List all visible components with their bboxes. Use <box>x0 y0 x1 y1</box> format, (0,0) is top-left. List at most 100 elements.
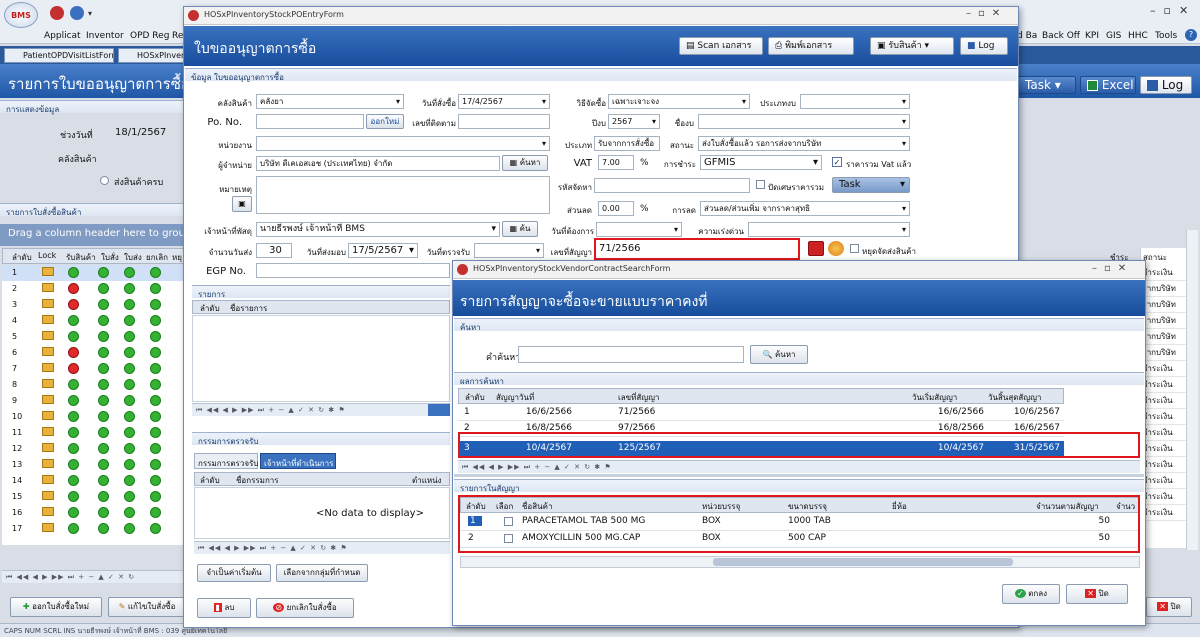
order-row[interactable]: 12 <box>2 441 185 457</box>
vat-included-checkbox[interactable]: ✓ <box>832 157 842 167</box>
note-attach-button[interactable]: ▣ <box>232 196 252 212</box>
col-send[interactable]: ใบส่ง <box>124 251 142 264</box>
tax-input[interactable] <box>594 178 750 193</box>
inspect-col-name[interactable]: ชื่อกรรมการ <box>236 474 279 487</box>
result-col-contract[interactable]: เลขที่สัญญา <box>618 391 659 404</box>
menu-tools[interactable]: Tools <box>1155 31 1177 41</box>
menu-opd-reg[interactable]: OPD Reg <box>130 31 169 41</box>
result-col-seq[interactable]: ลำดับ <box>465 391 485 404</box>
contract-result-row[interactable]: 1 16/6/2566 71/2566 16/6/2566 10/6/2567 <box>458 405 1064 421</box>
menu-back-off[interactable]: Back Off <box>1042 31 1080 41</box>
inspect-navigator[interactable]: ⏮ ◀◀ ◀ ▶ ▶▶ ⏭ + − ▲ ✓ ✕ ↻ ✱ ⚑ <box>194 541 450 554</box>
tab-inspect-committee[interactable]: กรรมการตรวจรับ <box>194 453 258 469</box>
tab-officer[interactable]: เจ้าหน้าที่ดำเนินการ <box>260 453 336 469</box>
complete-radio[interactable] <box>100 176 109 185</box>
vat-input[interactable]: 7.00 <box>598 155 634 170</box>
home-icon[interactable] <box>70 6 84 20</box>
cancel-po-button[interactable]: ⊘ ยกเลิกใบสั่งซื้อ <box>256 598 354 618</box>
main-vertical-scrollbar[interactable] <box>1186 230 1198 550</box>
egp-input[interactable] <box>256 263 450 278</box>
order-row[interactable]: 1 <box>2 265 185 281</box>
po-status-select[interactable]: ส่งใบสั่งซื้อแล้ว รอการส่งจากบริษัท ▾ <box>698 136 910 151</box>
budget-type-select[interactable]: ▾ <box>800 94 910 109</box>
contract-search-button[interactable]: 🔍 ค้นหา <box>750 345 808 364</box>
order-row[interactable]: 13 <box>2 457 185 473</box>
result-col-start[interactable]: วันเริ่มสัญญา <box>912 391 957 404</box>
unit-select[interactable]: ▾ <box>256 136 550 151</box>
po-window-controls[interactable]: –▫✕ <box>966 8 1007 19</box>
disc-type-select[interactable]: ส่วนลด/ส่วนเพิ่ม จากราคาสุทธิ ▾ <box>700 201 910 216</box>
order-row[interactable]: 14 <box>2 473 185 489</box>
contract-lookup-button[interactable] <box>808 241 824 256</box>
budget-input[interactable]: ▾ <box>698 114 910 129</box>
stop-delivery-checkbox[interactable] <box>850 244 859 253</box>
ok-button[interactable]: ✓ ตกลง <box>1002 584 1060 604</box>
task-button[interactable]: Task ▾ <box>1018 76 1076 94</box>
vendor-search-button[interactable]: ▦ ค้นหา <box>502 155 548 171</box>
items-hscrollbar[interactable] <box>460 556 1140 568</box>
check-date-input[interactable]: ▾ <box>474 243 544 258</box>
col-seq[interactable]: ลำดับ <box>12 251 32 264</box>
urgency-select[interactable]: ▾ <box>748 222 910 237</box>
tab-hosxp-inventory[interactable]: HOSxPInven <box>118 48 190 63</box>
po-vertical-scrollbar[interactable] <box>428 404 450 416</box>
items-col-seq[interactable]: ลำดับ <box>200 302 220 315</box>
tab-patient-opd[interactable]: PatientOPDVisitListForm <box>4 48 114 63</box>
result-col-end[interactable]: วันสิ้นสุดสัญญา <box>988 391 1041 404</box>
scan-button[interactable]: ▤ Scan เอกสาร <box>679 37 763 55</box>
contract-close-button[interactable]: ✕ ปิด <box>1066 584 1128 604</box>
po-log-button[interactable]: ■ Log <box>960 37 1008 55</box>
menu-kpi[interactable]: KPI <box>1085 31 1099 41</box>
items-navigator[interactable]: ⏮ ◀◀ ◀ ▶ ▶▶ ⏭ + − ▲ ✓ ✕ ↻ ✱ ⚑ <box>192 403 450 416</box>
result-col-date[interactable]: สัญญาวันที่ <box>496 391 534 404</box>
delete-po-button[interactable]: ▮ ลบ <box>197 598 251 618</box>
deliver-date-input[interactable]: 17/5/2567 ▾ <box>348 243 418 258</box>
contract-window-controls[interactable]: –▫✕ <box>1092 263 1133 274</box>
main-grid-navigator[interactable]: ⏮ ◀◀ ◀ ▶ ▶▶ ⏭ + − ▲ ✓ ✕ ↻ <box>2 570 185 583</box>
col-order[interactable]: ใบสั่ง <box>101 251 119 264</box>
col-lock[interactable]: Lock <box>38 251 56 260</box>
add-order-button[interactable]: ✚ ออกใบสั่งซื้อใหม่ <box>10 597 102 617</box>
order-row[interactable]: 4 <box>2 313 185 329</box>
note-textarea[interactable] <box>256 176 550 214</box>
keyword-input[interactable] <box>518 346 744 363</box>
items-col-name[interactable]: ชื่อรายการ <box>230 302 267 315</box>
inspect-col-position[interactable]: ตำแหน่ง <box>412 474 442 487</box>
year-select[interactable]: 2567 ▾ <box>608 114 660 129</box>
type-select[interactable]: รับจากการสั่งซื้อ <box>594 136 660 151</box>
order-row[interactable]: 8 <box>2 377 185 393</box>
date-from-value[interactable]: 18/1/2567 <box>115 127 166 138</box>
order-row[interactable]: 2 <box>2 281 185 297</box>
receive-button[interactable]: ▣ รับสินค้า ▾ <box>870 37 954 55</box>
inspect-col-seq[interactable]: ลำดับ <box>200 474 220 487</box>
order-row[interactable]: 9 <box>2 393 185 409</box>
payment-select[interactable]: GFMIS ▾ <box>700 155 822 170</box>
contract-clear-button[interactable] <box>828 241 844 256</box>
new-po-button[interactable]: ออกใหม่ <box>366 114 404 129</box>
order-row[interactable]: 10 <box>2 409 185 425</box>
help-icon[interactable]: ? <box>1185 29 1197 41</box>
main-window-controls[interactable]: –▫✕ <box>1150 4 1196 17</box>
order-date-input[interactable]: 17/4/2567 ▾ <box>458 94 550 109</box>
menu-gis[interactable]: GIS <box>1106 31 1121 41</box>
order-row[interactable]: 11 <box>2 425 185 441</box>
col-stop[interactable]: หยุ <box>172 251 182 264</box>
order-row[interactable]: 7 <box>2 361 185 377</box>
col-cancel[interactable]: ยกเลิก <box>146 251 168 264</box>
order-row[interactable]: 3 <box>2 297 185 313</box>
po-no-input[interactable] <box>256 114 364 129</box>
col-receive[interactable]: รับสินค้า <box>66 251 96 264</box>
po-store-select[interactable]: คลังยา ▾ <box>256 94 404 109</box>
menu-inventory[interactable]: Inventor <box>86 31 124 41</box>
items-hscroll-thumb[interactable] <box>713 558 1013 566</box>
contract-no-input[interactable]: 71/2566 <box>594 238 800 260</box>
main-close-button[interactable]: ✕ ปิด <box>1146 597 1192 617</box>
excel-button[interactable]: Excel <box>1080 76 1136 94</box>
approve-input[interactable] <box>458 114 550 129</box>
menu-hhc[interactable]: HHC <box>1128 31 1148 41</box>
quick-access-icon[interactable] <box>50 6 64 20</box>
order-row[interactable]: 6 <box>2 345 185 361</box>
officer-find-button[interactable]: ▦ ค้น <box>502 221 538 237</box>
edit-order-button[interactable]: ✎ แก้ไขใบสั่งซื้อ <box>108 597 186 617</box>
dropdown-icon[interactable]: ▾ <box>88 9 92 18</box>
